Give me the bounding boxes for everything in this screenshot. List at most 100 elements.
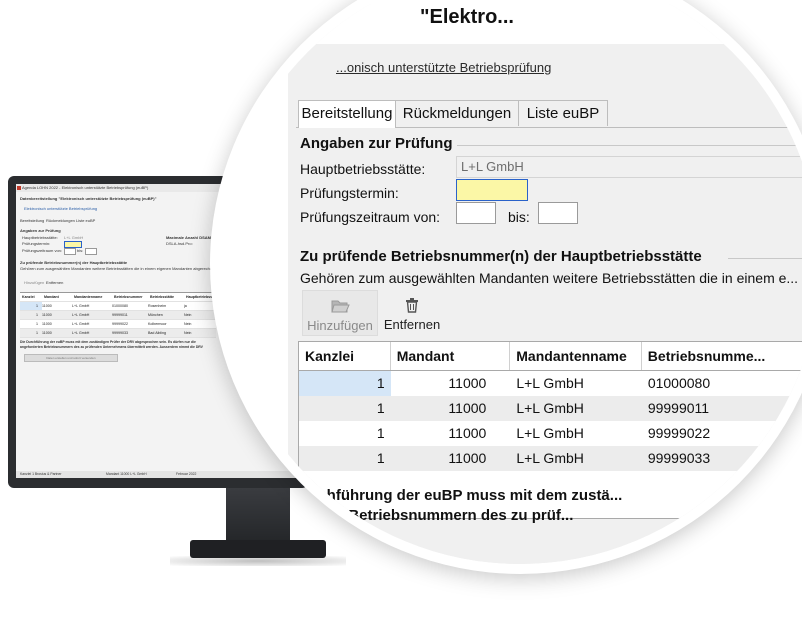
cell-betriebsnummer: 01000080 bbox=[647, 375, 711, 391]
mini-table-row[interactable]: 1 11000 L+L GmbH 01000080 Rosenheim ja bbox=[20, 302, 216, 311]
cell-mandant: 11000 bbox=[448, 450, 487, 466]
mini-cell: Kolbermoor bbox=[148, 322, 167, 326]
mini-cell: ja bbox=[184, 304, 187, 308]
folder-open-icon bbox=[331, 300, 350, 313]
mini-table-row[interactable]: 1 11000 L+L GmbH 99999033 Bad Aibling Ne… bbox=[20, 329, 216, 338]
mini-cell: 99999033 bbox=[112, 331, 128, 335]
tab-bereitstellung[interactable]: Bereitstellung bbox=[298, 100, 396, 128]
tab-rueckmeldungen[interactable]: Rückmeldungen bbox=[395, 100, 519, 126]
mini-field-von[interactable] bbox=[64, 248, 76, 255]
mini-table: Kanzlei Mandant Mandantenname Betriebsnu… bbox=[20, 292, 216, 338]
table-row[interactable]: 1 11000 L+L GmbH 99999022 bbox=[299, 421, 802, 446]
mini-bottom-note-2: angeforderten Betriebsnummern des zu prü… bbox=[20, 345, 203, 349]
cell-kanzlei: 1 bbox=[376, 400, 385, 416]
cell-mandant: 11000 bbox=[448, 375, 487, 391]
mini-table-row[interactable]: 1 11000 L+L GmbH 99999011 München Nein bbox=[20, 311, 216, 320]
table-header: Kanzlei Mandant Mandantenname Betriebsnu… bbox=[299, 342, 802, 371]
mini-col-betriebsnr: Betriebsnummer bbox=[114, 295, 143, 299]
mini-cell: 11000 bbox=[42, 313, 52, 317]
mini-cell: 1 bbox=[36, 313, 38, 317]
cell-kanzlei: 1 bbox=[376, 450, 385, 466]
zeitraum-bis-input[interactable] bbox=[538, 202, 578, 224]
mini-cell: Rosenheim bbox=[148, 304, 167, 308]
mini-tab-3[interactable]: Liste euBP bbox=[76, 218, 95, 223]
pruefungstermin-input[interactable] bbox=[456, 179, 528, 201]
info-text: Gehören zum ausgewählten Mandanten weite… bbox=[300, 270, 799, 286]
zoomed-window: "Elektro... ...onisch unterstützte Betri… bbox=[288, 4, 802, 564]
mini-cell: 99999011 bbox=[112, 313, 128, 317]
mini-col-name: Mandantenname bbox=[74, 295, 103, 299]
group-divider bbox=[728, 258, 802, 259]
cell-kanzlei[interactable]: 1 bbox=[299, 371, 391, 396]
col-kanzlei[interactable]: Kanzlei bbox=[299, 342, 391, 370]
cell-mandantenname: L+L GmbH bbox=[516, 450, 584, 466]
trash-icon bbox=[406, 298, 418, 313]
mini-window-title-text: Agenda LOHN 2022 - Elektronisch unterstü… bbox=[22, 185, 149, 190]
add-button-label: Hinzufügen bbox=[307, 318, 373, 333]
mini-cell: L+L GmbH bbox=[72, 313, 90, 317]
mini-col-hbs: Hauptbetriebsstä bbox=[186, 295, 216, 299]
col-betriebsnummer[interactable]: Betriebsnumme... bbox=[642, 342, 802, 370]
mini-label-hbs: Hauptbetriebsstätte: bbox=[22, 235, 58, 240]
mini-right-label2: DSLA-hsd.Pro: bbox=[166, 241, 193, 246]
mini-cell: 11000 bbox=[42, 322, 52, 326]
label-hauptbetriebsstaette: Hauptbetriebsstätte: bbox=[300, 161, 426, 177]
mini-tab-1[interactable]: Bereitstellung bbox=[20, 218, 44, 223]
mini-cell: Nein bbox=[184, 313, 192, 317]
mini-cell: 01000080 bbox=[112, 304, 128, 308]
mini-link[interactable]: Elektronisch unterstützte Betriebsprüfun… bbox=[24, 206, 97, 211]
remove-button[interactable]: Entfernen bbox=[380, 290, 444, 336]
tab-liste-eubp[interactable]: Liste euBP bbox=[518, 100, 608, 126]
mini-cell: Bad Aibling bbox=[148, 331, 166, 335]
mini-status-right: Februar 2022 bbox=[176, 472, 197, 476]
mini-add-button[interactable]: Hinzufügen bbox=[24, 280, 44, 285]
mini-section-betriebe: Zu prüfende Betriebsnummer(n) der Hauptb… bbox=[20, 260, 128, 265]
mini-section-pruefung: Angaben zur Prüfung bbox=[20, 228, 61, 233]
mini-cell: 1 bbox=[36, 322, 38, 326]
cell-betriebsnummer: 99999033 bbox=[647, 450, 711, 466]
app-icon bbox=[17, 186, 21, 190]
section-angaben-pruefung: Angaben zur Prüfung bbox=[300, 135, 457, 152]
mini-field-bis[interactable] bbox=[85, 248, 97, 255]
mini-col-kanzlei: Kanzlei bbox=[22, 295, 35, 299]
help-link[interactable]: ...onisch unterstützte Betriebsprüfung bbox=[336, 60, 551, 75]
bottom-note-line-2: ...nten Betriebsnummern des zu prüf... bbox=[300, 507, 574, 524]
mini-cell: Nein bbox=[184, 322, 192, 326]
col-mandant[interactable]: Mandant bbox=[391, 342, 511, 370]
mini-status-left: Kanzlei 1 Brosius & Partner bbox=[20, 472, 62, 476]
magnifier-lens: "Elektro... ...onisch unterstützte Betri… bbox=[220, 0, 802, 564]
mini-cell: L+L GmbH bbox=[72, 304, 90, 308]
mini-field-termin[interactable] bbox=[64, 241, 82, 248]
mini-cell: 11000 bbox=[42, 331, 52, 335]
mini-tab-2[interactable]: Rückmeldungen bbox=[46, 218, 75, 223]
mini-col-betriebsstaette: Betriebsstätte bbox=[150, 295, 174, 299]
group-divider bbox=[448, 145, 802, 146]
bottom-note-line-1: ...rchführung der euBP muss mit dem zust… bbox=[300, 487, 623, 504]
mini-cell: München bbox=[148, 313, 163, 317]
mini-field-hbs: L+L GmbH bbox=[64, 235, 84, 240]
table-row[interactable]: 1 11000 L+L GmbH 01000080 bbox=[299, 371, 802, 396]
label-pruefungstermin: Prüfungstermin: bbox=[300, 185, 399, 201]
label-pruefungszeitraum: Prüfungszeitraum von: bbox=[300, 209, 441, 225]
hauptbetriebsstaette-field: L+L GmbH bbox=[456, 156, 802, 178]
mini-action-button[interactable]: Daten erstellen und sofort versenden bbox=[24, 354, 118, 362]
mini-table-row[interactable]: 1 11000 L+L GmbH 99999022 Kolbermoor Nei… bbox=[20, 320, 216, 329]
section-betriebsnummern: Zu prüfende Betriebsnummer(n) der Hauptb… bbox=[300, 248, 706, 265]
remove-button-label: Entfernen bbox=[383, 317, 441, 332]
mini-cell: 99999022 bbox=[112, 322, 128, 326]
table-row[interactable]: 1 11000 L+L GmbH 99999011 bbox=[299, 396, 802, 421]
mini-label-termin: Prüfungstermin: bbox=[22, 241, 51, 246]
cell-betriebsnummer: 99999011 bbox=[647, 400, 710, 416]
mini-cell: Nein bbox=[184, 331, 192, 335]
cell-mandantenname: L+L GmbH bbox=[516, 425, 584, 441]
mini-bottom-note-1: Die Durchführung der euBP muss mit dem z… bbox=[20, 340, 196, 344]
col-mandantenname[interactable]: Mandantenname bbox=[510, 342, 642, 370]
cell-mandantenname: L+L GmbH bbox=[516, 400, 584, 416]
mini-remove-button[interactable]: Entfernen bbox=[46, 280, 63, 285]
mini-table-header: Kanzlei Mandant Mandantenname Betriebsnu… bbox=[20, 293, 216, 302]
table-row[interactable]: 1 11000 L+L GmbH 99999033 bbox=[299, 446, 802, 471]
zeitraum-von-input[interactable] bbox=[456, 202, 496, 224]
cell-betriebsnummer: 99999022 bbox=[647, 425, 711, 441]
add-button[interactable]: Hinzufügen bbox=[302, 290, 378, 336]
mini-info: Gehören zum ausgewählten Mandanten weite… bbox=[20, 266, 232, 271]
